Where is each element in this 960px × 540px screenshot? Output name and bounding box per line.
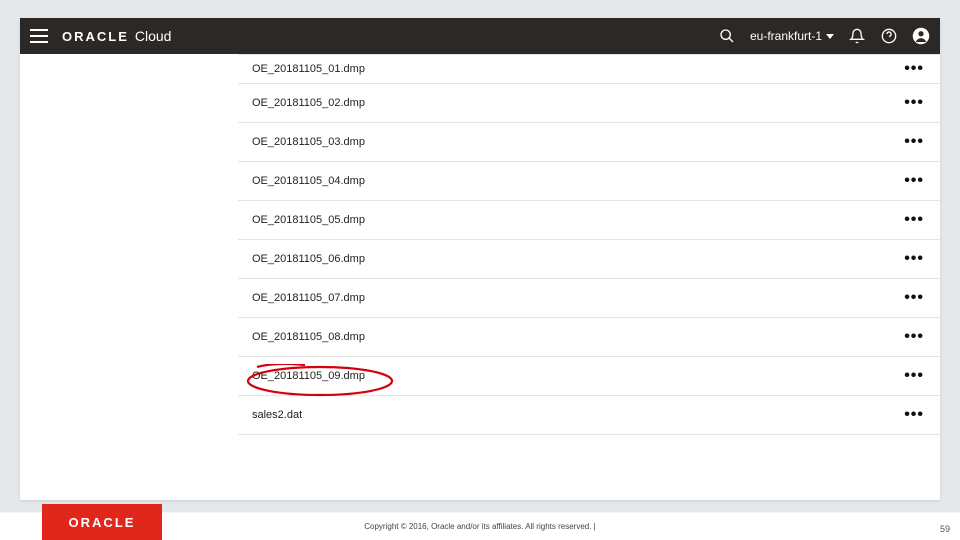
help-icon[interactable] bbox=[880, 27, 898, 45]
footer-logo-text: ORACLE bbox=[69, 515, 136, 530]
region-label: eu-frankfurt-1 bbox=[750, 29, 822, 43]
topbar-right: eu-frankfurt-1 bbox=[718, 27, 930, 45]
chevron-down-icon bbox=[826, 34, 834, 39]
footer-logo: ORACLE bbox=[42, 504, 162, 540]
table-row[interactable]: OE_20181105_08.dmp ••• bbox=[238, 318, 940, 357]
region-selector[interactable]: eu-frankfurt-1 bbox=[750, 29, 834, 43]
content-area: OE_20181105_01.dmp ••• OE_20181105_02.dm… bbox=[20, 54, 940, 500]
more-actions-icon[interactable]: ••• bbox=[904, 61, 924, 77]
more-actions-icon[interactable]: ••• bbox=[904, 368, 924, 384]
table-row[interactable]: OE_20181105_06.dmp ••• bbox=[238, 240, 940, 279]
file-name: OE_20181105_02.dmp bbox=[252, 97, 365, 109]
file-name: OE_20181105_05.dmp bbox=[252, 214, 365, 226]
table-row[interactable]: sales2.dat ••• bbox=[238, 396, 940, 435]
more-actions-icon[interactable]: ••• bbox=[904, 290, 924, 306]
brand: ORACLE Cloud bbox=[62, 28, 171, 44]
file-name: sales2.dat bbox=[252, 409, 302, 421]
table-row[interactable]: OE_20181105_01.dmp ••• bbox=[238, 54, 940, 84]
user-avatar-icon[interactable] bbox=[912, 27, 930, 45]
more-actions-icon[interactable]: ••• bbox=[904, 212, 924, 228]
table-row[interactable]: OE_20181105_04.dmp ••• bbox=[238, 162, 940, 201]
file-name: OE_20181105_09.dmp bbox=[252, 370, 365, 382]
table-row[interactable]: OE_20181105_07.dmp ••• bbox=[238, 279, 940, 318]
more-actions-icon[interactable]: ••• bbox=[904, 329, 924, 345]
more-actions-icon[interactable]: ••• bbox=[904, 134, 924, 150]
file-name: OE_20181105_04.dmp bbox=[252, 175, 365, 187]
file-name: OE_20181105_03.dmp bbox=[252, 136, 365, 148]
table-row[interactable]: OE_20181105_02.dmp ••• bbox=[238, 84, 940, 123]
file-name: OE_20181105_06.dmp bbox=[252, 253, 365, 265]
menu-icon[interactable] bbox=[30, 29, 48, 43]
footer-page-number: 59 bbox=[940, 524, 950, 534]
file-name: OE_20181105_08.dmp bbox=[252, 331, 365, 343]
brand-oracle: ORACLE bbox=[62, 29, 129, 44]
file-list: OE_20181105_01.dmp ••• OE_20181105_02.dm… bbox=[238, 54, 940, 435]
search-icon[interactable] bbox=[718, 27, 736, 45]
file-name: OE_20181105_07.dmp bbox=[252, 292, 365, 304]
more-actions-icon[interactable]: ••• bbox=[904, 173, 924, 189]
more-actions-icon[interactable]: ••• bbox=[904, 251, 924, 267]
brand-cloud: Cloud bbox=[135, 28, 172, 44]
notifications-icon[interactable] bbox=[848, 27, 866, 45]
slide-frame: ORACLE Cloud eu-frankfurt-1 bbox=[20, 18, 940, 500]
topbar: ORACLE Cloud eu-frankfurt-1 bbox=[20, 18, 940, 54]
table-row[interactable]: OE_20181105_05.dmp ••• bbox=[238, 201, 940, 240]
file-name: OE_20181105_01.dmp bbox=[252, 63, 365, 75]
table-row[interactable]: OE_20181105_03.dmp ••• bbox=[238, 123, 940, 162]
more-actions-icon[interactable]: ••• bbox=[904, 407, 924, 423]
more-actions-icon[interactable]: ••• bbox=[904, 95, 924, 111]
table-row[interactable]: OE_20181105_09.dmp ••• bbox=[238, 357, 940, 396]
